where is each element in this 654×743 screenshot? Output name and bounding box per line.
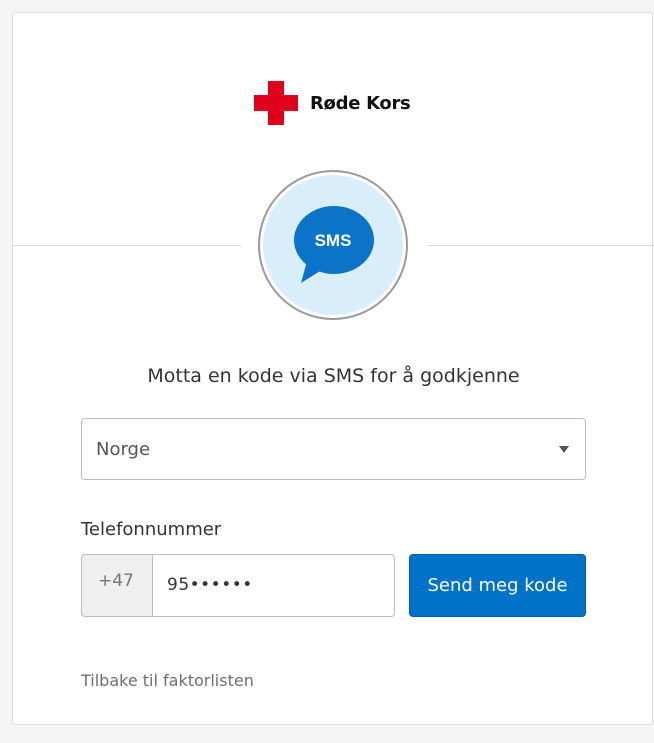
send-code-button[interactable]: Send meg kode bbox=[409, 554, 586, 617]
country-code-text: +47 bbox=[98, 571, 134, 591]
caret-down-icon bbox=[559, 446, 569, 453]
instruction-text: Motta en kode via SMS for å godkjenne bbox=[147, 365, 520, 387]
factor-icon-circle: SMS bbox=[258, 170, 408, 320]
brand-logo: Røde Kors bbox=[254, 81, 411, 125]
divider-right bbox=[427, 245, 654, 246]
country-code-prefix: +47 bbox=[81, 554, 153, 617]
phone-number-value: 95•••••• bbox=[167, 575, 253, 595]
phone-field-label: Telefonnummer bbox=[81, 519, 222, 540]
brand-name: Røde Kors bbox=[310, 92, 411, 114]
sms-icon-text: SMS bbox=[314, 231, 352, 250]
back-to-factor-list-link[interactable]: Tilbake til faktorlisten bbox=[81, 671, 254, 690]
factor-icon-background: SMS bbox=[263, 175, 403, 315]
red-cross-icon bbox=[254, 81, 298, 125]
country-selected-value: Norge bbox=[96, 439, 151, 460]
verification-card: Røde Kors SMS Motta en kode via SMS for … bbox=[12, 12, 654, 725]
divider-left bbox=[13, 245, 241, 246]
phone-number-input[interactable]: 95•••••• bbox=[152, 554, 395, 617]
country-select[interactable]: Norge bbox=[81, 418, 586, 480]
